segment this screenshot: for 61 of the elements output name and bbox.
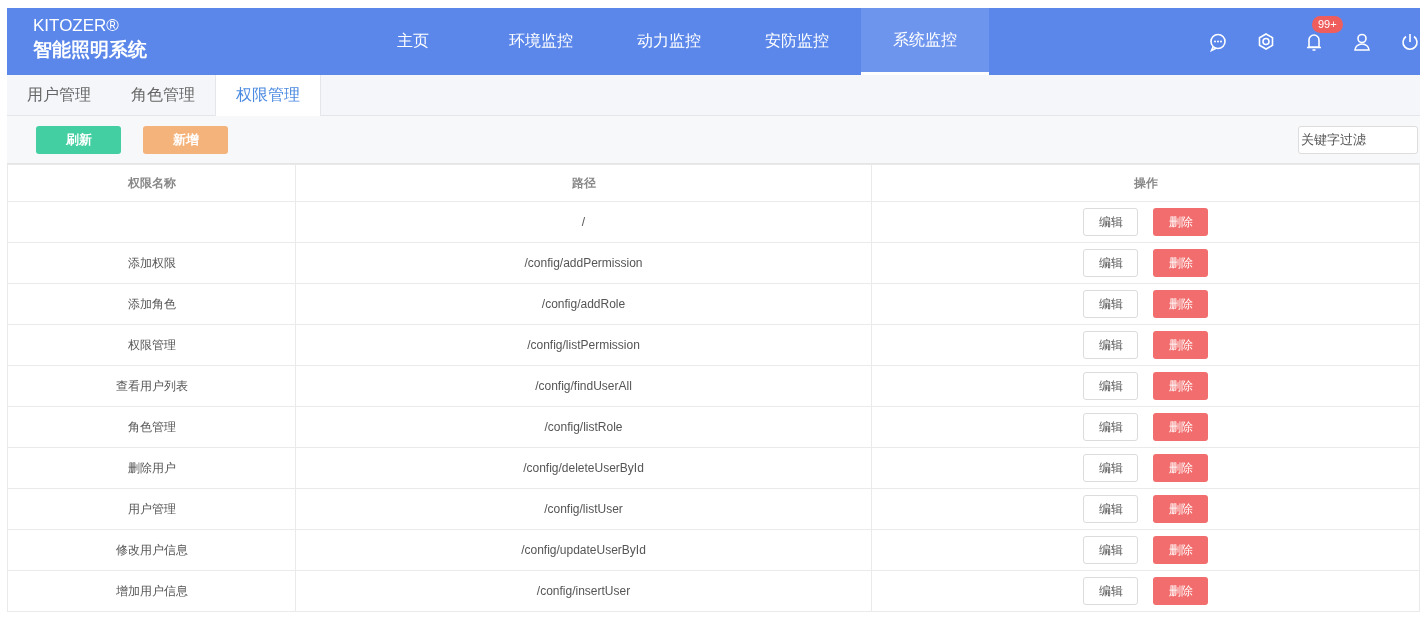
nav-tab[interactable]: 环境监控	[477, 8, 605, 75]
delete-button[interactable]: 删除	[1153, 413, 1208, 441]
user-icon[interactable]	[1352, 31, 1372, 52]
table-cell: 查看用户列表	[7, 365, 296, 407]
delete-button[interactable]: 删除	[1153, 208, 1208, 236]
table-cell: /config/findUserAll	[295, 365, 872, 407]
table-cell: 增加用户信息	[7, 570, 296, 612]
delete-button[interactable]: 删除	[1153, 249, 1208, 277]
table-cell: 角色管理	[7, 406, 296, 448]
nav-tab[interactable]: 动力监控	[605, 8, 733, 75]
delete-button[interactable]: 删除	[1153, 577, 1208, 605]
power-icon[interactable]	[1400, 31, 1420, 52]
column-header: 操作	[871, 164, 1420, 202]
add-button[interactable]: 新增	[143, 125, 228, 154]
table-cell: 用户管理	[7, 488, 296, 530]
edit-button[interactable]: 编辑	[1083, 331, 1138, 359]
tab[interactable]: 角色管理	[111, 75, 215, 115]
table-cell: 添加权限	[7, 242, 296, 284]
table-cell: /config/deleteUserById	[295, 447, 872, 489]
app-title: 智能照明系统	[33, 38, 148, 62]
settings-icon[interactable]	[1256, 31, 1276, 52]
edit-button[interactable]: 编辑	[1083, 454, 1138, 482]
edit-button[interactable]: 编辑	[1083, 290, 1138, 318]
table-cell: /config/listRole	[295, 406, 872, 448]
table-cell: /config/listPermission	[295, 324, 872, 366]
table-cell: /config/addRole	[295, 283, 872, 325]
delete-button[interactable]: 删除	[1153, 454, 1208, 482]
notification-badge: 99+	[1312, 15, 1343, 33]
edit-button[interactable]: 编辑	[1083, 495, 1138, 523]
table-cell: 删除用户	[7, 447, 296, 489]
column-header: 权限名称	[7, 164, 296, 202]
bell-icon[interactable]	[1304, 31, 1324, 52]
delete-button[interactable]: 删除	[1153, 331, 1208, 359]
tab[interactable]: 权限管理	[215, 75, 321, 116]
table-cell: /config/insertUser	[295, 570, 872, 612]
nav-tab[interactable]: 安防监控	[733, 8, 861, 75]
keyword-filter-field[interactable]: 关键字过滤	[1298, 125, 1418, 154]
edit-button[interactable]: 编辑	[1083, 536, 1138, 564]
table-cell: /config/listUser	[295, 488, 872, 530]
nav-tab[interactable]: 主页	[349, 8, 477, 75]
table-cell: 权限管理	[7, 324, 296, 366]
tab[interactable]: 用户管理	[7, 75, 111, 115]
delete-button[interactable]: 删除	[1153, 495, 1208, 523]
column-header: 路径	[295, 164, 872, 202]
nav-tab[interactable]: 系统监控	[861, 8, 989, 75]
refresh-button[interactable]: 刷新	[36, 125, 121, 154]
table-cell: 修改用户信息	[7, 529, 296, 571]
delete-button[interactable]: 删除	[1153, 372, 1208, 400]
edit-button[interactable]: 编辑	[1083, 577, 1138, 605]
edit-button[interactable]: 编辑	[1083, 413, 1138, 441]
edit-button[interactable]: 编辑	[1083, 208, 1138, 236]
edit-button[interactable]: 编辑	[1083, 372, 1138, 400]
table-cell: /config/addPermission	[295, 242, 872, 284]
table-cell: 添加角色	[7, 283, 296, 325]
brand-name: KITOZER®	[33, 16, 120, 36]
chat-bubble-icon[interactable]	[1208, 31, 1228, 52]
edit-button[interactable]: 编辑	[1083, 249, 1138, 277]
delete-button[interactable]: 删除	[1153, 290, 1208, 318]
table-cell: /config/updateUserById	[295, 529, 872, 571]
delete-button[interactable]: 删除	[1153, 536, 1208, 564]
table-cell: /	[295, 201, 872, 243]
